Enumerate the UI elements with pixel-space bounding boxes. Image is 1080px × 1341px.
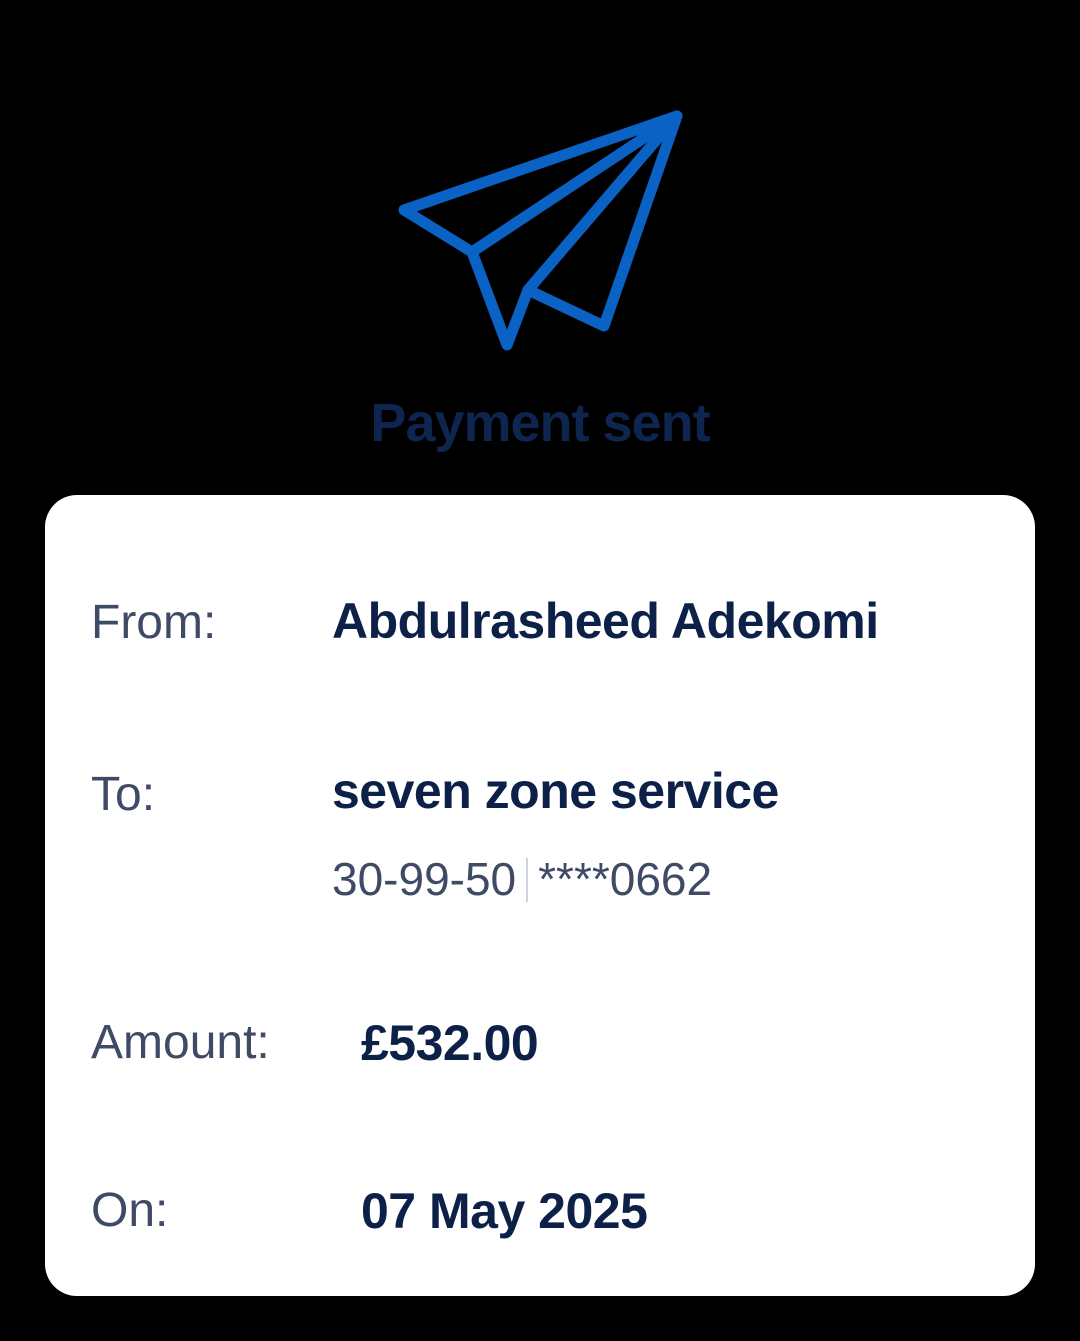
account-details: 30-99-50 ****0662 — [332, 849, 712, 909]
account-separator — [526, 857, 529, 902]
to-value: seven zone service — [332, 763, 779, 819]
from-value: Abdulrasheed Adekomi — [332, 593, 879, 649]
sort-code: 30-99-50 — [332, 853, 517, 905]
paper-plane-icon — [398, 110, 683, 351]
account-number: ****0662 — [538, 853, 713, 905]
to-label: To: — [91, 768, 156, 821]
payment-details-card: From: Abdulrasheed Adekomi To: seven zon… — [45, 495, 1035, 1296]
amount-value: £532.00 — [361, 1015, 539, 1071]
from-label: From: — [91, 596, 217, 649]
amount-label: Amount: — [91, 1016, 270, 1069]
date-label: On: — [91, 1184, 169, 1237]
date-value: 07 May 2025 — [361, 1183, 648, 1239]
page-title: Payment sent — [370, 393, 710, 453]
